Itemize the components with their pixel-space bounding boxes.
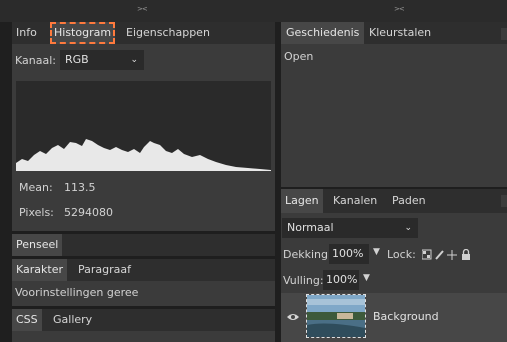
- fill-label: Vulling:: [283, 274, 324, 287]
- tab-kleurstalen[interactable]: Kleurstalen: [365, 22, 435, 44]
- lock-transparency-icon[interactable]: [422, 249, 432, 260]
- character-tab-bar: Karakter Paragraaf: [12, 259, 275, 281]
- chevron-down-icon: ⌄: [130, 55, 138, 65]
- pixels-label: Pixels:: [19, 206, 54, 219]
- right-tab-bar: Geschiedenis Kleurstalen: [281, 22, 507, 44]
- histogram-graph: [16, 81, 271, 171]
- panel-menu-button[interactable]: [501, 28, 507, 40]
- css-panel: [12, 331, 275, 342]
- tab-gallery[interactable]: Gallery: [49, 309, 96, 331]
- fill-dropdown-icon[interactable]: ▼: [363, 273, 370, 283]
- css-tab-bar: CSS Gallery: [12, 309, 275, 331]
- layers-tab-bar: Lagen Kanalen Paden: [281, 189, 507, 213]
- layer-row[interactable]: Background: [281, 293, 507, 342]
- pixels-value: 5294080: [64, 206, 113, 219]
- eye-icon[interactable]: [286, 312, 300, 322]
- channel-select[interactable]: RGB ⌄: [60, 50, 144, 70]
- collapse-grip-icon[interactable]: ><: [394, 5, 405, 13]
- tab-paragraaf[interactable]: Paragraaf: [74, 259, 135, 281]
- lock-all-icon[interactable]: [462, 249, 470, 261]
- tab-css[interactable]: CSS: [12, 309, 42, 331]
- left-tab-bar: Info Histogram Eigenschappen: [12, 22, 275, 44]
- opacity-label: Dekking:: [283, 248, 332, 261]
- channel-label: Kanaal:: [15, 54, 56, 67]
- chevron-down-icon: ⌄: [404, 223, 412, 233]
- tab-kanalen[interactable]: Kanalen: [329, 189, 381, 213]
- tab-karakter[interactable]: Karakter: [12, 259, 67, 281]
- opacity-dropdown-icon[interactable]: ▼: [373, 247, 380, 257]
- tab-info[interactable]: Info: [12, 22, 41, 44]
- mean-label: Mean:: [19, 181, 53, 194]
- presets-row: Voorinstellingen geree: [12, 281, 275, 306]
- panel-menu-button[interactable]: [501, 195, 507, 207]
- histogram-panel: Kanaal: RGB ⌄ Mean: 113.5 Pixels: 529408…: [12, 44, 275, 231]
- tab-lagen[interactable]: Lagen: [281, 189, 323, 213]
- presets-label[interactable]: Voorinstellingen geree: [15, 286, 138, 299]
- lock-move-icon[interactable]: [447, 250, 457, 260]
- channel-value: RGB: [65, 53, 89, 66]
- lock-icons: [422, 249, 470, 261]
- fill-field[interactable]: 100%: [323, 270, 359, 290]
- layer-name[interactable]: Background: [373, 310, 439, 323]
- brush-tab-bar: Penseel: [12, 234, 275, 256]
- opacity-field[interactable]: 100%: [329, 244, 369, 264]
- tab-histogram[interactable]: Histogram: [50, 22, 116, 44]
- collapse-grip-icon[interactable]: ><: [137, 5, 148, 13]
- blend-mode-select[interactable]: Normaal ⌄: [282, 218, 418, 238]
- mean-value: 113.5: [64, 181, 96, 194]
- history-item-open[interactable]: Open: [284, 50, 313, 63]
- blend-mode-value: Normaal: [287, 221, 334, 234]
- layer-thumbnail[interactable]: [306, 294, 366, 338]
- tab-paden[interactable]: Paden: [388, 189, 430, 213]
- lock-label: Lock:: [387, 248, 416, 261]
- layers-panel: Normaal ⌄ Dekking: 100% ▼ Lock: Vulling:…: [281, 213, 507, 342]
- lock-paint-icon[interactable]: [435, 250, 444, 260]
- history-panel: Open: [281, 44, 507, 187]
- histogram-area: [16, 139, 271, 171]
- top-grip-strip: [0, 0, 507, 22]
- tab-eigenschappen[interactable]: Eigenschappen: [122, 22, 214, 44]
- tab-penseel[interactable]: Penseel: [12, 234, 63, 256]
- tab-geschiedenis[interactable]: Geschiedenis: [281, 22, 365, 44]
